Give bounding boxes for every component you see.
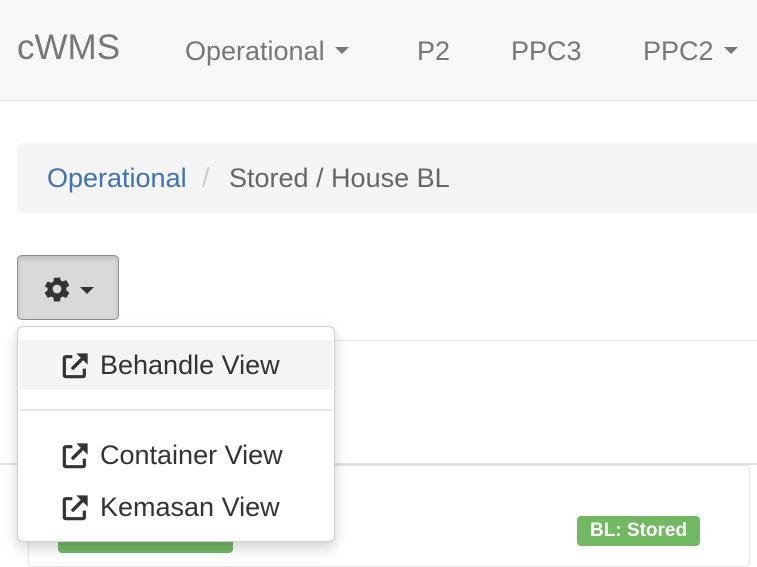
chevron-down-icon — [723, 47, 738, 55]
external-link-icon — [62, 443, 88, 469]
menu-divider — [19, 409, 333, 411]
nav-item-p2[interactable]: P2 — [417, 34, 450, 68]
nav-item-label: P2 — [417, 36, 451, 66]
brand-logo[interactable]: cWMS — [17, 28, 120, 68]
nav-item-label: Operational — [185, 36, 325, 66]
nav-item-label: PPC3 — [511, 36, 582, 66]
external-link-icon — [62, 495, 88, 521]
external-link-icon — [62, 353, 88, 379]
menu-item-kemasan-view[interactable]: Kemasan View — [19, 482, 333, 532]
gear-icon — [44, 277, 70, 302]
breadcrumb-current: Stored / House BL — [229, 163, 450, 193]
menu-item-behandle-view[interactable]: Behandle View — [19, 340, 333, 390]
chevron-down-icon — [334, 47, 349, 55]
menu-item-label: Behandle View — [100, 350, 280, 380]
bl-status-badge: BL: Stored — [577, 516, 701, 546]
settings-dropdown-button[interactable] — [17, 255, 119, 320]
breadcrumb-link-operational[interactable]: Operational — [47, 161, 187, 195]
top-navbar: cWMS Operational P2 PPC3 PPC2 — [0, 0, 757, 101]
breadcrumb: Operational / Stored / House BL — [17, 143, 757, 213]
actions-dropdown-menu: Behandle View Container View Kemasan Vie… — [17, 326, 335, 542]
nav-item-ppc2[interactable]: PPC2 — [643, 34, 738, 68]
nav-item-operational[interactable]: Operational — [185, 34, 349, 68]
menu-item-container-view[interactable]: Container View — [19, 430, 333, 480]
nav-item-ppc3[interactable]: PPC3 — [511, 34, 582, 68]
tab-strip-border — [335, 340, 757, 341]
menu-item-label: Container View — [100, 440, 283, 470]
caret-down-icon — [80, 287, 94, 294]
nav-item-label: PPC2 — [643, 36, 714, 66]
breadcrumb-separator: / — [202, 163, 210, 193]
menu-item-label: Kemasan View — [100, 492, 280, 522]
